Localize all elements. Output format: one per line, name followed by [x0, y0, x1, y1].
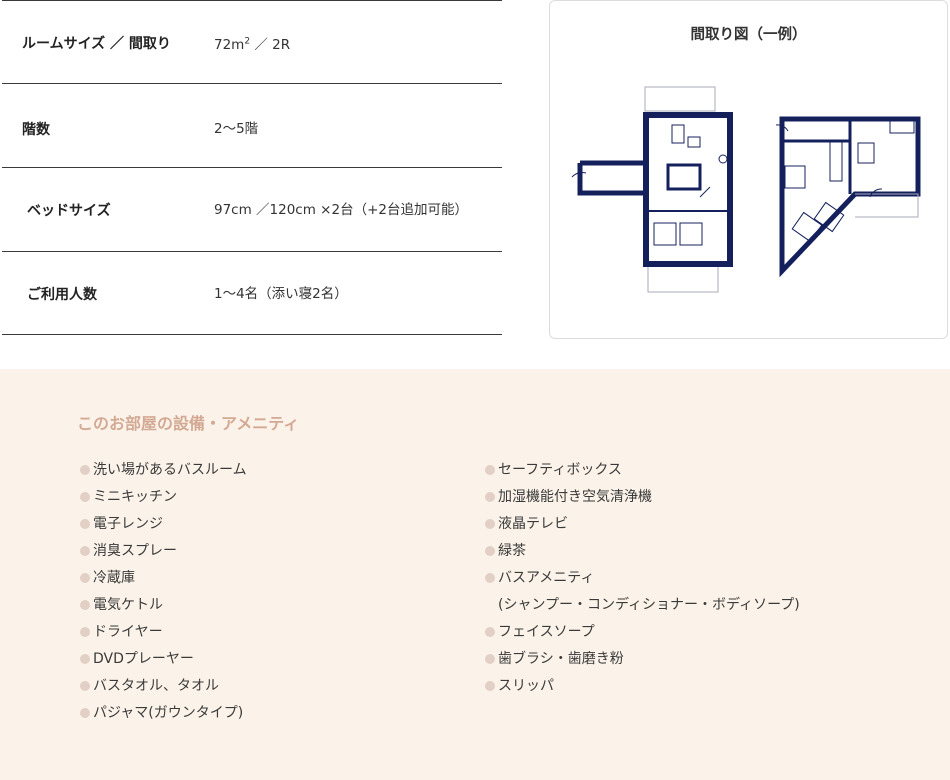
floor-plan-card: 間取り図（一例）	[549, 0, 948, 339]
list-item: 加湿機能付き空気清浄機	[485, 485, 800, 512]
list-item: 電子レンジ	[80, 512, 247, 539]
list-item: フェイスソープ	[485, 620, 800, 647]
list-item: 消臭スプレー	[80, 539, 247, 566]
list-item-continuation: (シャンプー・コンディショナー・ボディソープ)	[485, 593, 800, 620]
bullet-icon	[80, 492, 90, 502]
spec-label: ご利用人数	[27, 287, 97, 303]
bullet-icon	[80, 681, 90, 691]
amenity-label: 消臭スプレー	[93, 543, 177, 559]
bullet-icon	[485, 654, 495, 664]
amenity-label: 洗い場があるバスルーム	[93, 462, 247, 478]
amenity-label: パジャマ(ガウンタイプ)	[93, 705, 244, 721]
amenity-label: ドライヤー	[93, 624, 163, 640]
list-item: 緑茶	[485, 539, 800, 566]
amenity-label: セーフティボックス	[498, 462, 622, 478]
amenity-label: 液晶テレビ	[498, 516, 568, 532]
bullet-icon	[485, 573, 495, 583]
bullet-icon	[485, 627, 495, 637]
amenity-label: 緑茶	[498, 543, 526, 559]
spec-value: 97cm ／120cm ×2台（+2台追加可能）	[214, 202, 468, 218]
amenity-label: バスタオル、タオル	[93, 678, 219, 694]
amenity-label: 電気ケトル	[93, 597, 163, 613]
list-item: バスアメニティ	[485, 566, 800, 593]
list-item: DVDプレーヤー	[80, 647, 247, 674]
amenity-label: ミニキッチン	[93, 489, 177, 505]
bullet-icon	[80, 573, 90, 583]
list-item: ドライヤー	[80, 620, 247, 647]
bullet-icon	[485, 465, 495, 475]
amenity-label: 加湿機能付き空気清浄機	[498, 489, 652, 505]
spec-row-capacity: ご利用人数 1〜4名（添い寝2名）	[2, 251, 502, 335]
bullet-icon	[80, 708, 90, 718]
amenity-label: スリッパ	[498, 678, 554, 694]
bullet-icon	[485, 681, 495, 691]
amenity-label: (シャンプー・コンディショナー・ボディソープ)	[498, 597, 800, 613]
bullet-icon	[80, 627, 90, 637]
spec-row-room-size: ルームサイズ ／ 間取り 72m2 ／ 2R	[2, 0, 502, 83]
amenities-section: このお部屋の設備・アメニティ 洗い場があるバスルーム ミニキッチン 電子レンジ …	[0, 369, 950, 780]
amenities-list-left: 洗い場があるバスルーム ミニキッチン 電子レンジ 消臭スプレー 冷蔵庫 電気ケト…	[80, 458, 247, 728]
spec-value: 72m2 ／ 2R	[214, 33, 291, 54]
spec-row-floors: 階数 2〜5階	[2, 83, 502, 167]
bullet-icon	[80, 600, 90, 610]
spec-value-layout: ／ 2R	[250, 37, 291, 53]
bullet-icon	[485, 546, 495, 556]
list-item: 歯ブラシ・歯磨き粉	[485, 647, 800, 674]
spec-value: 2〜5階	[214, 121, 259, 137]
list-item: 液晶テレビ	[485, 512, 800, 539]
spec-value: 1〜4名（添い寝2名）	[214, 286, 348, 302]
bullet-icon	[80, 654, 90, 664]
spec-label: ベッドサイズ	[27, 203, 111, 219]
bullet-icon	[80, 465, 90, 475]
amenity-label: 冷蔵庫	[93, 570, 135, 586]
list-item: パジャマ(ガウンタイプ)	[80, 701, 247, 728]
spec-value-area: 72m	[214, 37, 245, 53]
list-item: 電気ケトル	[80, 593, 247, 620]
bullet-icon	[485, 519, 495, 529]
bullet-icon	[80, 519, 90, 529]
amenities-list-right: セーフティボックス 加湿機能付き空気清浄機 液晶テレビ 緑茶 バスアメニティ (…	[485, 458, 800, 701]
floor-plan-image	[571, 86, 921, 293]
bullet-icon	[485, 492, 495, 502]
amenity-label: 電子レンジ	[93, 516, 163, 532]
list-item: スリッパ	[485, 674, 800, 701]
spec-label: 階数	[22, 122, 50, 138]
spec-label: ルームサイズ ／ 間取り	[22, 36, 171, 52]
amenities-title: このお部屋の設備・アメニティ	[77, 414, 300, 433]
amenity-label: DVDプレーヤー	[93, 651, 194, 667]
bullet-icon	[80, 546, 90, 556]
list-item: 冷蔵庫	[80, 566, 247, 593]
spec-row-bed-size: ベッドサイズ 97cm ／120cm ×2台（+2台追加可能）	[2, 167, 502, 251]
list-item: バスタオル、タオル	[80, 674, 247, 701]
amenity-label: 歯ブラシ・歯磨き粉	[498, 651, 624, 667]
amenity-label: バスアメニティ	[498, 570, 595, 586]
list-item: ミニキッチン	[80, 485, 247, 512]
amenity-label: フェイスソープ	[498, 624, 595, 640]
room-spec-table: ルームサイズ ／ 間取り 72m2 ／ 2R 階数 2〜5階 ベッドサイズ 97…	[2, 0, 502, 335]
list-item: セーフティボックス	[485, 458, 800, 485]
list-item: 洗い場があるバスルーム	[80, 458, 247, 485]
